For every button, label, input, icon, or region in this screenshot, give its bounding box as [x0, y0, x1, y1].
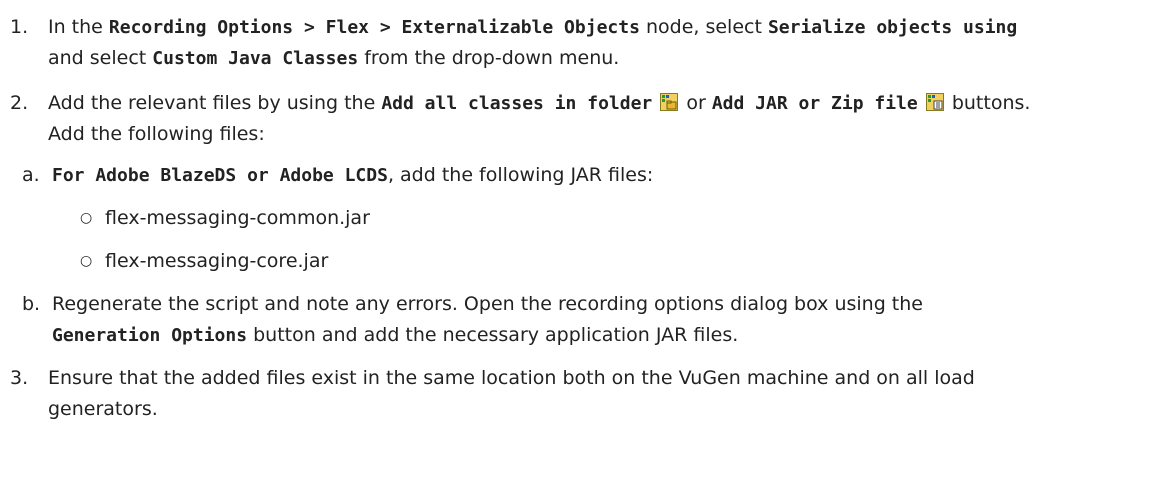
instructions-document: 1. In the Recording Options > Flex > Ext… [0, 0, 1157, 425]
choice-name: Custom Java Classes [152, 48, 359, 69]
add-classes-button-name: Add all classes in folder [381, 93, 653, 114]
step-2-line-1: Add the relevant files by using the Add … [48, 90, 1031, 114]
sub-step-b-line-1: Regenerate the script and note any error… [52, 293, 923, 315]
step-number: 1. [10, 16, 29, 38]
jar-filename: flex-messaging-core.jar [105, 250, 329, 272]
button-name: Generation Options [52, 325, 248, 346]
list-item: ○ flex-messaging-core.jar [0, 246, 1157, 277]
product-name: For Adobe BlazeDS or Adobe LCDS [52, 165, 388, 186]
sub-step-letter: b. [22, 293, 41, 315]
add-jar-button-name: Add JAR or Zip file [711, 93, 918, 114]
step-number: 2. [10, 92, 29, 114]
step-2-line-2: Add the following files: [48, 123, 265, 145]
option-name: Serialize objects using [767, 17, 1018, 38]
menu-path: Recording Options > Flex > Externalizabl… [108, 17, 640, 38]
sub-step-letter: a. [22, 164, 40, 186]
sub-step-b: b. Regenerate the script and note any er… [0, 289, 1157, 351]
step-1-line-2: and select Custom Java Classes from the … [48, 47, 620, 69]
bullet-icon: ○ [80, 210, 93, 226]
step-3: 3. Ensure that the added files exist in … [0, 363, 1157, 425]
add-classes-folder-icon [660, 90, 679, 111]
step-3-line-2: generators. [48, 398, 158, 420]
step-3-line-1: Ensure that the added files exist in the… [48, 367, 975, 389]
bullet-icon: ○ [80, 253, 93, 269]
step-number: 3. [10, 367, 29, 389]
sub-step-b-line-2: Generation Options button and add the ne… [52, 324, 739, 346]
step-2: 2. Add the relevant files by using the A… [0, 88, 1157, 150]
step-1: 1. In the Recording Options > Flex > Ext… [0, 12, 1157, 74]
jar-filename: flex-messaging-common.jar [105, 207, 370, 229]
sub-step-a: a. For Adobe BlazeDS or Adobe LCDS, add … [0, 160, 1157, 191]
add-jar-zip-icon [925, 90, 944, 111]
list-item: ○ flex-messaging-common.jar [0, 203, 1157, 234]
step-1-line-1: In the Recording Options > Flex > Extern… [48, 16, 1018, 38]
